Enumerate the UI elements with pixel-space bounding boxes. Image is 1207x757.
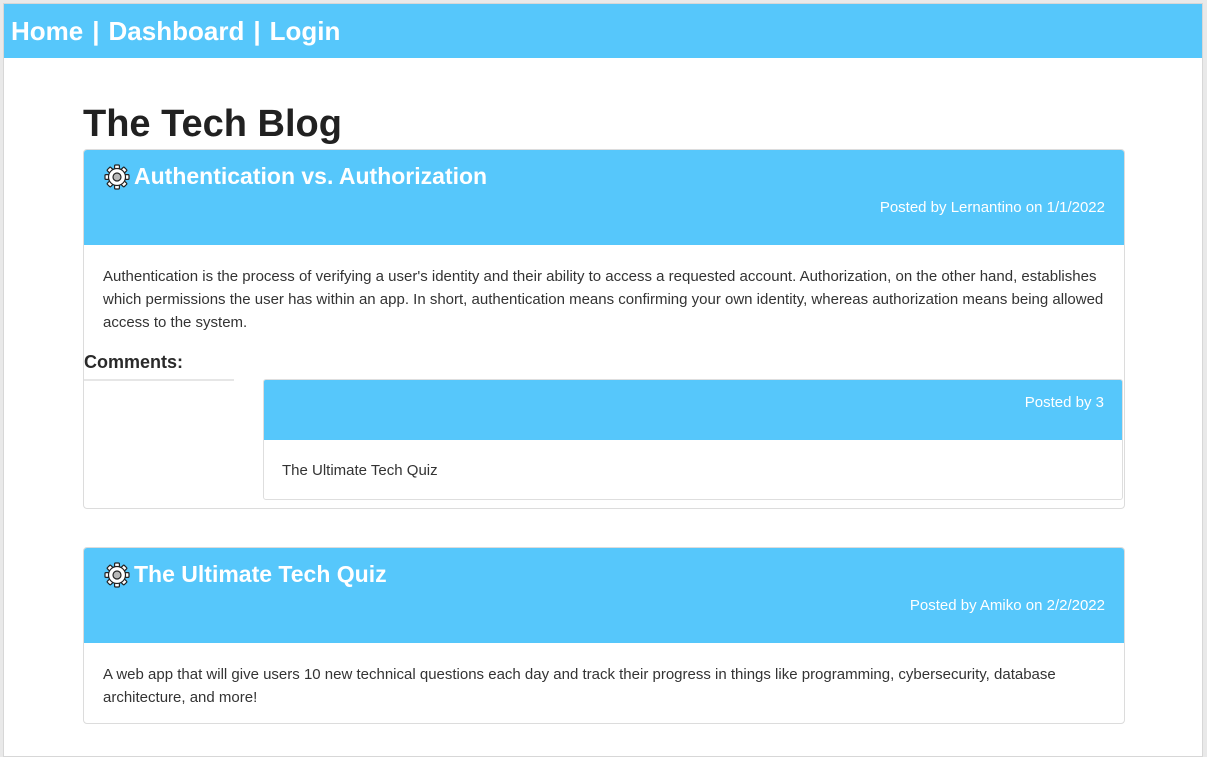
comments-section: Comments: Posted by 3 The Ultimate Tech … — [84, 348, 1124, 508]
comment-header: Posted by 3 — [264, 380, 1122, 441]
nav-dashboard-link[interactable]: Dashboard — [109, 16, 245, 47]
comments-divider — [84, 379, 234, 382]
comment-card: Posted by 3 The Ultimate Tech Quiz — [263, 379, 1123, 501]
post-card: The Ultimate Tech Quiz Posted by Amiko o… — [83, 547, 1125, 725]
nav-separator: | — [253, 15, 261, 46]
post-title-link[interactable]: The Ultimate Tech Quiz — [104, 561, 387, 588]
post-title: Authentication vs. Authorization — [134, 163, 488, 190]
post-title: The Ultimate Tech Quiz — [134, 561, 387, 588]
nav-separator: | — [92, 15, 100, 46]
browser-viewport: Home | Dashboard | Login The Tech Blog A… — [3, 3, 1203, 757]
nav-login-link[interactable]: Login — [270, 16, 341, 47]
comment-meta: Posted by 3 — [1024, 394, 1104, 412]
comment-body: The Ultimate Tech Quiz — [282, 462, 438, 480]
post-title-link[interactable]: Authentication vs. Authorization — [104, 163, 487, 190]
post-body: Authentication is the process of verifyi… — [103, 268, 1104, 332]
post-meta: Posted by Amiko on 2/2/2022 — [909, 597, 1105, 615]
main-content: The Tech Blog Authentication vs. Authori… — [83, 100, 1125, 725]
gear-icon — [104, 164, 130, 190]
comments-heading: Comments: — [84, 352, 184, 373]
page-title: The Tech Blog — [83, 103, 342, 145]
post-header: The Ultimate Tech Quiz Posted by Amiko o… — [84, 548, 1124, 644]
post-card: Authentication vs. Authorization Posted … — [83, 149, 1125, 510]
post-body: A web app that will give users 10 new te… — [103, 666, 1056, 707]
post-meta: Posted by Lernantino on 1/1/2022 — [879, 199, 1105, 217]
nav-home-link[interactable]: Home — [11, 16, 83, 47]
top-navbar: Home | Dashboard | Login — [4, 4, 1202, 58]
gear-icon — [104, 562, 130, 588]
post-header: Authentication vs. Authorization Posted … — [84, 150, 1124, 246]
